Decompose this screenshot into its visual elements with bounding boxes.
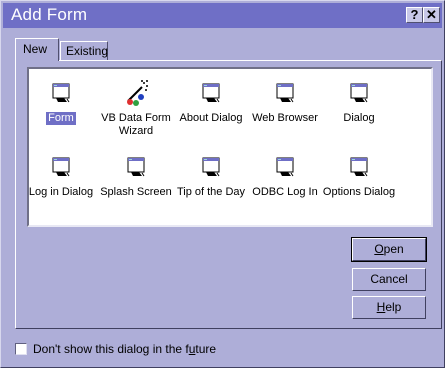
list-item[interactable]: Options Dialog: [320, 151, 398, 199]
tab-existing[interactable]: Existing: [60, 41, 108, 61]
form-type-list[interactable]: Form VB Data Form Wizard About Dialog Web Br…: [27, 67, 433, 227]
list-item[interactable]: Splash Screen: [97, 151, 175, 199]
form-icon: [269, 77, 301, 109]
form-icon: [195, 77, 227, 109]
list-item-label: VB Data Form: [101, 112, 171, 124]
form-icon: [343, 151, 375, 183]
list-item-label: ODBC Log In: [252, 186, 318, 198]
list-item[interactable]: Log in Dialog: [22, 151, 100, 199]
help-title-button[interactable]: ?: [406, 7, 423, 23]
add-form-dialog: Add Form ? ✕ New Existing Form VB Data Fo…: [0, 0, 445, 368]
form-icon: [120, 151, 152, 183]
form-icon: [45, 151, 77, 183]
list-item-label: Form: [46, 112, 76, 125]
list-item-label: About Dialog: [179, 112, 243, 124]
help-button[interactable]: Help: [352, 296, 426, 319]
close-button[interactable]: ✕: [423, 7, 440, 23]
form-icon: [45, 77, 77, 109]
list-item[interactable]: Tip of the Day: [172, 151, 250, 199]
wizard-wand-icon: [120, 77, 152, 109]
list-item-label: Splash Screen: [100, 186, 172, 198]
list-item-label: Tip of the Day: [176, 186, 246, 198]
title-bar[interactable]: Add Form ? ✕: [3, 3, 442, 28]
list-item[interactable]: ODBC Log In: [246, 151, 324, 199]
form-icon: [269, 151, 301, 183]
list-item-label: Web Browser: [252, 112, 318, 124]
tab-new[interactable]: New: [15, 38, 59, 61]
list-item[interactable]: Web Browser: [246, 77, 324, 125]
list-item[interactable]: Form: [22, 77, 100, 125]
dont-show-label[interactable]: Don't show this dialog in the future: [33, 342, 216, 356]
cancel-button[interactable]: Cancel: [352, 268, 426, 291]
list-item-label: Log in Dialog: [28, 186, 94, 198]
list-item[interactable]: Dialog: [320, 77, 398, 125]
window-title: Add Form: [11, 5, 88, 24]
form-icon: [195, 151, 227, 183]
open-button[interactable]: Open: [351, 237, 427, 262]
list-item-label: Dialog: [343, 112, 375, 124]
list-item[interactable]: About Dialog: [172, 77, 250, 125]
list-item-label-line2: Wizard: [118, 125, 154, 137]
dont-show-checkbox[interactable]: [15, 343, 27, 355]
list-item[interactable]: VB Data Form Wizard: [97, 77, 175, 138]
list-item-label: Options Dialog: [322, 186, 396, 198]
form-icon: [343, 77, 375, 109]
